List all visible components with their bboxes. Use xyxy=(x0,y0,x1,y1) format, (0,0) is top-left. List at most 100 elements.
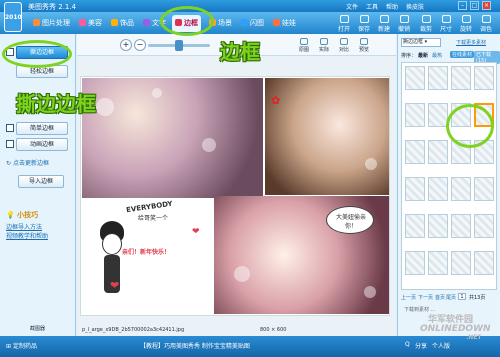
op-label: 预览 xyxy=(358,47,369,53)
tab-image-processing[interactable]: 图片处理 xyxy=(30,15,73,32)
annotation-label-torn: 撕边边框 xyxy=(16,92,96,116)
tip-link-video[interactable]: 视频教学和帮助 xyxy=(6,231,48,240)
app-logo: 2010 xyxy=(4,2,22,32)
save-button[interactable]: 保存 xyxy=(354,14,374,33)
tab-accessories[interactable]: 饰品 xyxy=(108,15,137,32)
animated-frame-button[interactable]: 动画边框 xyxy=(16,138,68,151)
online-materials-tab[interactable]: 在线素材 xyxy=(450,51,475,58)
frame-thumbnail[interactable] xyxy=(474,251,494,275)
tab-flash[interactable]: 闪图 xyxy=(238,15,267,32)
resize-icon xyxy=(441,15,451,23)
annotation-circle-tab xyxy=(160,6,214,36)
zoom-out-icon[interactable]: − xyxy=(134,39,146,51)
checkbox-icon[interactable] xyxy=(6,140,14,148)
op-label: 实际 xyxy=(318,47,329,53)
photo-panel-top-right: ✿ xyxy=(265,78,389,195)
personal-edition-link[interactable]: 个人版 xyxy=(432,341,450,350)
download-more-link[interactable]: 下载更多素材 xyxy=(456,39,486,46)
frame-thumbnail[interactable] xyxy=(405,251,425,275)
bokeh-circle xyxy=(152,88,162,98)
tip-link-import[interactable]: 边框导入方法 xyxy=(6,222,42,231)
frame-thumbnail[interactable] xyxy=(451,214,471,238)
frame-thumbnail[interactable] xyxy=(451,66,471,90)
tab-label: 图片处理 xyxy=(42,19,70,27)
open-button[interactable]: 打开 xyxy=(334,14,354,33)
frame-thumbnail[interactable] xyxy=(405,177,425,201)
menu-skin[interactable]: 换皮肤 xyxy=(406,2,424,11)
frame-thumbnail[interactable] xyxy=(451,177,471,201)
menu-file[interactable]: 文件 xyxy=(346,2,358,11)
frame-thumbnail[interactable] xyxy=(428,103,448,127)
annotation-circle-button xyxy=(2,40,72,68)
simple-frame-button[interactable]: 简单边框 xyxy=(16,122,68,135)
op-label: 原图 xyxy=(298,47,309,53)
share-link[interactable]: 分享 xyxy=(415,341,427,350)
tool-label: 尺寸 xyxy=(439,26,452,33)
original-button[interactable]: 原图 xyxy=(295,38,313,54)
tab-dolls[interactable]: 娃娃 xyxy=(270,15,299,32)
zoom-in-icon[interactable]: + xyxy=(120,39,132,51)
tab-label: 美容 xyxy=(88,19,102,27)
frame-thumbnail[interactable] xyxy=(428,214,448,238)
frame-thumbnail[interactable] xyxy=(405,214,425,238)
custom-link[interactable]: ⊞ 定制药品 xyxy=(6,341,37,350)
rotate-button[interactable]: 旋转 xyxy=(456,14,476,33)
import-frame-button[interactable]: 导入边框 xyxy=(18,175,64,188)
frame-thumbnail[interactable] xyxy=(428,66,448,90)
sort-hottest[interactable]: 最热 xyxy=(432,52,442,59)
frame-category-select[interactable]: 撕边边框 ▾ xyxy=(401,38,441,47)
actual-size-button[interactable]: 实际 xyxy=(315,38,333,54)
frame-thumbnail[interactable] xyxy=(405,140,425,164)
resize-button[interactable]: 尺寸 xyxy=(436,14,456,33)
frame-thumbnail[interactable] xyxy=(474,214,494,238)
bokeh-circle xyxy=(365,158,377,170)
compare-button[interactable]: 对比 xyxy=(335,38,353,54)
new-year-text: 亲们！新年快乐！ xyxy=(122,249,171,256)
tip-title-text: 小技巧 xyxy=(17,211,39,219)
frame-thumbnail[interactable] xyxy=(405,103,425,127)
qq-link[interactable]: Q xyxy=(405,341,410,348)
update-frames-link[interactable]: ↻ 点击更新边框 xyxy=(6,158,49,167)
page-input[interactable]: 1 xyxy=(458,293,466,300)
crop-button[interactable]: 裁剪 xyxy=(416,14,436,33)
small-heart-icon: ❤ xyxy=(192,227,200,237)
menu-tools[interactable]: 工具 xyxy=(366,2,378,11)
undo-button[interactable]: 撤销 xyxy=(394,14,414,33)
doll-icon xyxy=(273,19,280,26)
bokeh-circle xyxy=(234,266,250,282)
photo-canvas[interactable]: ✿ EVERYBODY 给哥笑一个 ❤ 亲们！新年快乐！ ❤ 大美妞偷亲你！ xyxy=(80,76,390,316)
link-label: 点击更新边框 xyxy=(12,160,49,167)
frame-thumbnails-grid xyxy=(401,62,497,290)
minimize-icon[interactable]: – xyxy=(458,1,467,10)
tutorial-link[interactable]: 【教程】巧用美图秀秀 制作宝宝精美贴图 xyxy=(140,341,250,350)
tool-label: 撤销 xyxy=(397,26,410,33)
prev-page-link[interactable]: 上一页 xyxy=(401,294,416,301)
frame-thumbnail[interactable] xyxy=(474,177,494,201)
frame-thumbnail[interactable] xyxy=(428,140,448,164)
app-title: 美图秀秀 2.1.4 xyxy=(28,2,76,12)
last-page-link[interactable]: 尾页 xyxy=(446,294,456,301)
adjust-button[interactable]: 调色 xyxy=(476,14,496,33)
rotate-icon xyxy=(461,15,471,23)
preview-button[interactable]: 预览 xyxy=(355,38,373,54)
frame-thumbnail[interactable] xyxy=(428,251,448,275)
frame-thumbnail[interactable] xyxy=(451,251,471,275)
close-icon[interactable]: × xyxy=(482,1,491,10)
frame-thumbnail[interactable] xyxy=(474,66,494,90)
checkbox-icon[interactable] xyxy=(6,124,14,132)
tab-beauty[interactable]: 美容 xyxy=(76,15,105,32)
tool-label: 裁剪 xyxy=(419,26,432,33)
screenshot-tool-label[interactable]: 截图器 xyxy=(30,325,45,332)
menu-help[interactable]: 帮助 xyxy=(386,2,398,11)
first-page-link[interactable]: 首页 xyxy=(435,294,445,301)
sort-newest[interactable]: 最新 xyxy=(418,52,428,59)
category-value: 撕边边框 xyxy=(403,39,424,45)
zoom-slider-thumb[interactable] xyxy=(175,40,183,51)
frame-thumbnail[interactable] xyxy=(405,66,425,90)
flash-icon xyxy=(241,19,248,26)
maximize-icon[interactable]: □ xyxy=(470,1,479,10)
frame-thumbnail[interactable] xyxy=(428,177,448,201)
new-button[interactable]: 新建 xyxy=(374,14,394,33)
left-panel: 撕边边框 轻松边框 简单边框 动画边框 ↻ 点击更新边框 导入边框 💡 小技巧 … xyxy=(0,34,76,336)
next-page-link[interactable]: 下一页 xyxy=(418,294,433,301)
